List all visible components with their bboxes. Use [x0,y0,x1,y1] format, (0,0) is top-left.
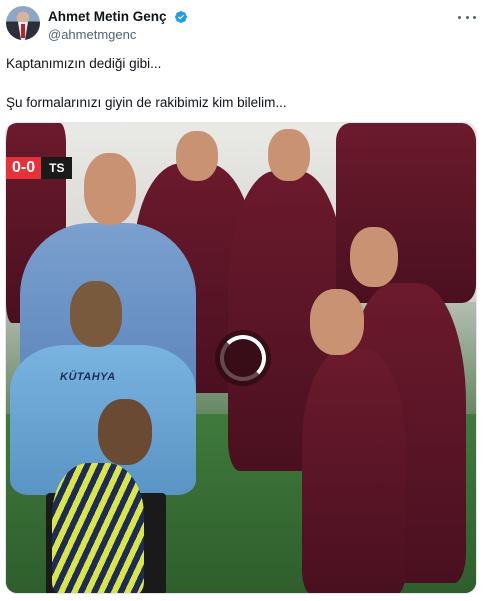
player-background-2-head [268,129,310,181]
dot [465,15,469,19]
more-options-icon[interactable] [458,12,476,22]
tweet-card: Ahmet Metin Genç @ahmetmgenc Kaptanımızı… [0,0,486,601]
player-yellow-kit-head [98,399,152,465]
scorebug: 0-0 TS [6,157,73,179]
referee-head [70,281,122,347]
player-yellow-kit [52,463,144,593]
tweet-text-line-2: Şu formalarınızı giyin de rakibimiz kim … [6,95,287,110]
dot [458,15,461,19]
avatar-tie [21,24,25,38]
referee-sponsor-text: KÜTAHYA [60,371,116,383]
avatar[interactable] [6,6,40,40]
loading-spinner-icon [220,335,266,381]
player-right-head [350,227,398,287]
author-names: Ahmet Metin Genç @ahmetmgenc [48,8,188,43]
player-front [302,349,406,593]
dot [473,15,476,19]
team-abbreviation: TS [41,157,73,179]
tweet-header: Ahmet Metin Genç @ahmetmgenc [6,6,480,44]
player-front-head [310,289,364,355]
display-name[interactable]: Ahmet Metin Genç [48,9,167,25]
player-background-1-head [176,131,218,181]
tweet-video[interactable]: KÜTAHYA 0-0 TS [5,122,477,594]
verified-badge-icon [174,10,187,23]
tweet-text-line-1: Kaptanımızın dediği gibi... [6,56,162,71]
score: 0-0 [6,157,42,179]
user-handle[interactable]: @ahmetmgenc [48,27,188,43]
steward-head [84,153,136,225]
